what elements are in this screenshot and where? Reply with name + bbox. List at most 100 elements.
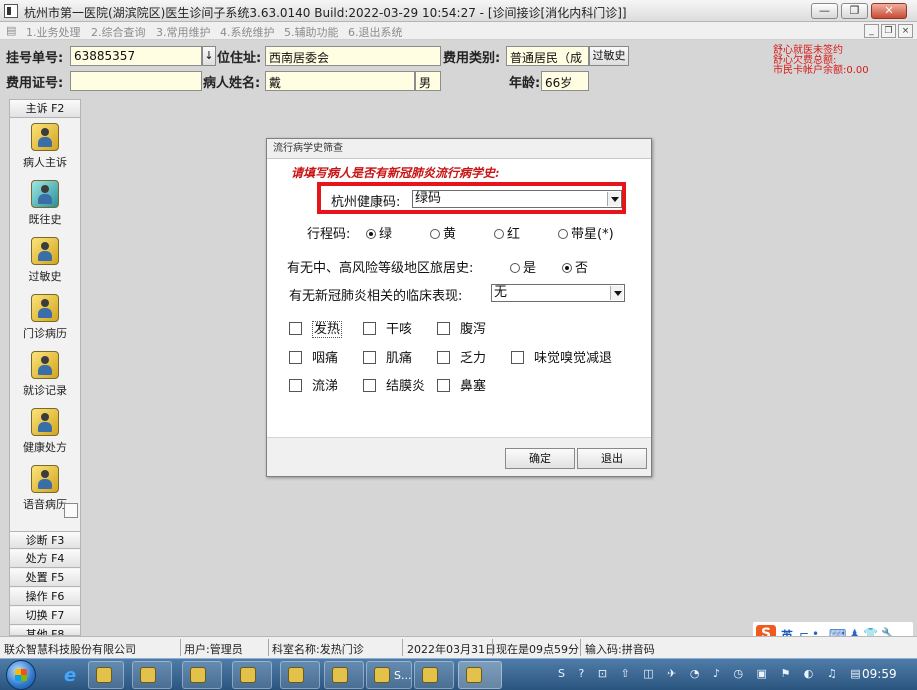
address-field[interactable]: 西南居委会 <box>265 46 441 66</box>
taskbar-app-7[interactable] <box>458 661 502 689</box>
menu-item-business[interactable]: 1.业务处理 <box>26 24 81 40</box>
ok-button[interactable]: 确定 <box>505 448 575 469</box>
citizen-card-info: 舒心就医未签约 舒心欠费总额: 市民卡帐户余额:0.00 <box>773 46 869 76</box>
symptom-taste-smell-loss-checkbox[interactable]: 味觉嗅觉减退 <box>511 347 612 366</box>
menu-doc-icon: ▤ <box>6 24 17 37</box>
reg-no-dropdown-button[interactable]: ↓ <box>202 46 216 66</box>
tab-switch[interactable]: 切换 F7 <box>10 607 80 625</box>
tab-chief-complaint[interactable]: 主诉 F2 <box>10 100 80 118</box>
checkbox-label: 干咳 <box>386 322 413 337</box>
checkbox-label: 肌痛 <box>386 351 413 366</box>
risk-area-no-radio[interactable]: 否 <box>562 257 588 276</box>
chevron-down-icon[interactable] <box>610 286 623 300</box>
symptom-fatigue-checkbox[interactable]: 乏力 <box>437 347 486 366</box>
taskbar-app-5[interactable] <box>324 661 364 689</box>
trip-code-red-radio[interactable]: 红 <box>494 223 520 242</box>
symptom-fever-checkbox[interactable]: 发热 <box>289 318 343 338</box>
menu-item-exit[interactable]: 6.退出系统 <box>348 24 403 40</box>
taskbar-app-3[interactable] <box>232 661 272 689</box>
checkbox-icon <box>363 379 376 392</box>
taskbar-clock[interactable]: 09:59 <box>862 667 897 681</box>
tab-prescription[interactable]: 处方 F4 <box>10 550 80 568</box>
maximize-button[interactable]: ❐ <box>841 3 868 19</box>
menu-item-query[interactable]: 2.综合查询 <box>91 24 146 40</box>
address-label: 位住址: <box>217 51 262 66</box>
tab-treatment[interactable]: 处置 F5 <box>10 569 80 587</box>
symptom-conjunctivitis-checkbox[interactable]: 结膜炎 <box>363 375 425 394</box>
radio-unchecked-icon <box>558 229 568 239</box>
symptom-runny-nose-checkbox[interactable]: 流涕 <box>289 375 338 394</box>
radio-checked-icon <box>562 263 572 273</box>
dialog-title: 流行病学史筛查 <box>267 139 651 159</box>
symptom-sore-throat-checkbox[interactable]: 咽痛 <box>289 347 338 366</box>
checkbox-icon <box>511 351 524 364</box>
trip-code-green-radio[interactable]: 绿 <box>366 223 392 242</box>
exit-button[interactable]: 退出 <box>577 448 647 469</box>
sidebar-expand-toggle[interactable] <box>64 503 78 518</box>
window-title: 杭州市第一医院(湖滨院区)医生诊间子系统3.63.0140 Build:2022… <box>24 6 627 20</box>
symptom-diarrhea-checkbox[interactable]: 腹泻 <box>437 318 486 337</box>
chevron-down-icon[interactable] <box>607 192 620 206</box>
menu-item-tools[interactable]: 5.辅助功能 <box>284 24 339 40</box>
checkbox-label: 发热 <box>312 321 343 338</box>
trip-code-yellow-radio[interactable]: 黄 <box>430 223 456 242</box>
internet-explorer-icon[interactable]: e <box>64 665 76 686</box>
taskbar-app-1[interactable] <box>132 661 172 689</box>
menu-item-system-maintenance[interactable]: 4.系统维护 <box>220 24 275 40</box>
function-sidebar: 主诉 F2 病人主诉 既往史 过敏史 门诊病历 就诊记录 健康处方 语音病历 诊… <box>9 99 81 636</box>
app-icon <box>374 667 390 683</box>
close-button[interactable]: ✕ <box>871 3 907 19</box>
taskbar-app-label: S... <box>394 669 412 682</box>
fee-cert-field[interactable] <box>70 71 202 91</box>
taskbar-file-explorer[interactable] <box>88 661 124 689</box>
system-tray-icons[interactable]: S ? ⊡ ⇧ ◫ ✈ ◔ ♪ ◷ ▣ ⚑ ◐ ♫ ▤ <box>558 667 866 680</box>
allergy-history-button[interactable]: 过敏史 <box>589 46 629 66</box>
patient-gender-field[interactable]: 男 <box>415 71 441 91</box>
tab-diagnosis[interactable]: 诊断 F3 <box>10 531 80 549</box>
app-icon <box>422 667 438 683</box>
taskbar-app-active[interactable]: S... <box>366 661 412 689</box>
start-menu-icon[interactable] <box>6 660 36 690</box>
tab-operation[interactable]: 操作 F6 <box>10 588 80 606</box>
mdi-minimize-button[interactable]: _ <box>864 24 879 38</box>
trip-code-star-radio[interactable]: 带星(*) <box>558 223 614 242</box>
sidebar-item-allergy[interactable]: 过敏史 <box>10 237 80 294</box>
risk-area-yes-radio[interactable]: 是 <box>510 257 536 276</box>
epidemiology-screening-dialog: 流行病学史筛查 请填写病人是否有新冠肺炎流行病学史: 杭州健康码: 绿码 行程码… <box>266 138 652 477</box>
sidebar-item-visit-records[interactable]: 就诊记录 <box>10 351 80 408</box>
allergy-icon <box>31 237 59 265</box>
checkbox-label: 乏力 <box>460 351 487 366</box>
lock-icon <box>190 667 206 683</box>
reg-no-field[interactable]: 63885357 <box>70 46 202 66</box>
age-field[interactable]: 66岁 <box>541 71 589 91</box>
checkbox-label: 结膜炎 <box>386 379 426 394</box>
mdi-close-button[interactable]: × <box>898 24 913 38</box>
minimize-button[interactable]: — <box>811 3 838 19</box>
mdi-restore-button[interactable]: ❐ <box>881 24 896 38</box>
checkbox-icon <box>437 379 450 392</box>
app-icon <box>140 667 156 683</box>
taskbar-app-2[interactable] <box>182 661 222 689</box>
tab-other[interactable]: 其他 F8 <box>10 626 80 636</box>
sidebar-item-outpatient-record[interactable]: 门诊病历 <box>10 294 80 351</box>
sidebar-item-past-history[interactable]: 既往史 <box>10 180 80 237</box>
taskbar-app-4[interactable] <box>280 661 320 689</box>
status-user: 用户:管理员 <box>184 643 243 656</box>
fee-type-field[interactable]: 普通居民（成 <box>506 46 589 66</box>
radio-unchecked-icon <box>430 229 440 239</box>
age-label: 年龄: <box>509 76 541 91</box>
sidebar-item-chief-complaint[interactable]: 病人主诉 <box>10 123 80 180</box>
patient-name-field[interactable]: 戴 <box>265 71 415 91</box>
clinical-manifestation-select[interactable]: 无 <box>491 284 625 302</box>
checkbox-icon <box>437 322 450 335</box>
symptom-nasal-congestion-checkbox[interactable]: 鼻塞 <box>437 375 486 394</box>
health-code-select[interactable]: 绿码 <box>412 190 622 208</box>
sidebar-item-health-prescription[interactable]: 健康处方 <box>10 408 80 465</box>
symptom-myalgia-checkbox[interactable]: 肌痛 <box>363 347 412 366</box>
menu-item-common-maintenance[interactable]: 3.常用维护 <box>156 24 211 40</box>
health-code-value: 绿码 <box>415 191 442 206</box>
symptom-dry-cough-checkbox[interactable]: 干咳 <box>363 318 412 337</box>
taskbar-app-6[interactable] <box>414 661 454 689</box>
window-controls: — ❐ ✕ <box>811 3 907 19</box>
status-divider <box>580 639 581 656</box>
